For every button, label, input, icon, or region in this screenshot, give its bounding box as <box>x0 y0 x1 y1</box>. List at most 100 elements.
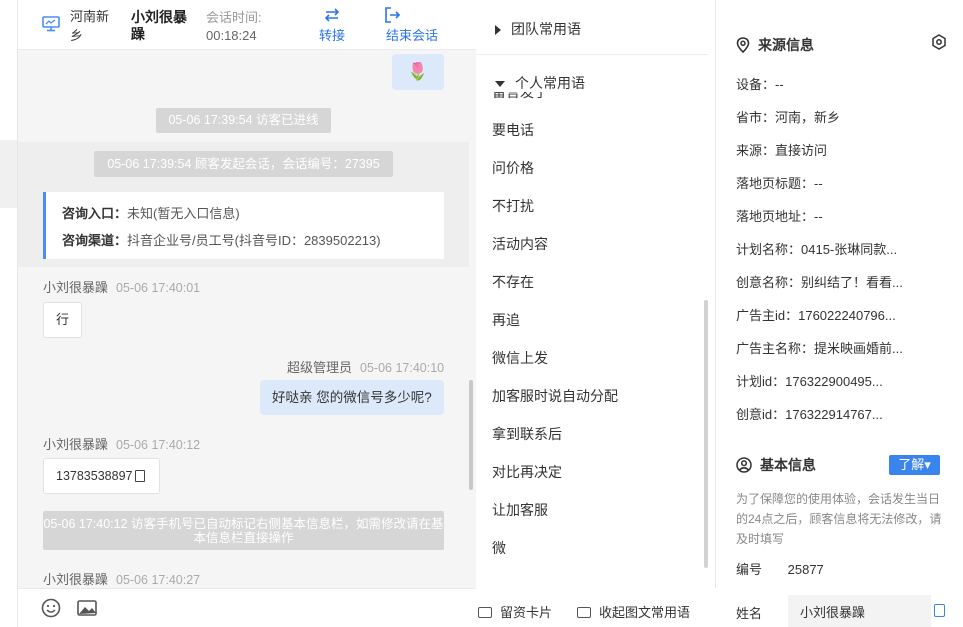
phrase-item[interactable]: 问价格 <box>492 158 534 178</box>
phrase-footer: 留资卡片 收起图文常用语 <box>476 588 716 627</box>
visitor-location: 河南新乡 <box>70 9 110 43</box>
learn-more-button[interactable]: 了解▾ <box>889 455 940 475</box>
phrase-item[interactable]: 拿到联系后 <box>492 424 562 444</box>
flower-emoji-bubble: 🌷 <box>392 54 444 90</box>
edit-notice: 为了保障您的使用体验，会话发生当日的24点之后，顾客信息将无法修改，请及时填写 <box>736 492 942 546</box>
sender-name: 小刘很暴躁 <box>43 280 109 295</box>
sender-name: 小刘很暴躁 <box>43 572 109 587</box>
image-icon[interactable] <box>76 598 98 618</box>
chat-header: 河南新乡 小刘很暴躁 会话时间: 00:18:24 转接 结束会话 <box>18 0 476 50</box>
phrase-item[interactable]: 活动内容 <box>492 234 548 254</box>
logout-icon <box>385 7 401 23</box>
message-time: 05-06 17:40:12 <box>116 438 201 452</box>
session-time: 00:18:24 <box>206 28 257 43</box>
message-sender: 小刘很暴躁 05-06 17:40:27 <box>43 569 200 588</box>
source-info-title: 来源信息 <box>736 35 814 55</box>
advertiser-id-row: 广告主id：176022240796... <box>736 308 896 323</box>
settings-icon[interactable] <box>931 34 947 50</box>
basic-info-title: 基本信息 <box>736 455 816 475</box>
divider <box>476 54 708 55</box>
monitor-icon <box>42 16 60 32</box>
message-time: 05-06 17:40:27 <box>116 573 201 587</box>
session-time-label: 会话时间: <box>206 10 262 25</box>
phrase-item[interactable]: 留言发了 <box>492 92 548 102</box>
personal-phrases-toggle[interactable]: 个人常用语 <box>495 73 585 93</box>
left-strip <box>0 0 18 627</box>
phone-message-bubble: 13783538897 <box>43 458 160 494</box>
team-phrases-toggle[interactable]: 团队常用语 <box>495 19 581 39</box>
entry-label: 咨询入口： <box>62 206 128 221</box>
phrase-item[interactable]: 不打扰 <box>492 196 534 216</box>
phrase-scrollbar[interactable] <box>704 300 708 568</box>
message-bubble: 行 <box>43 302 82 338</box>
caret-right-icon <box>495 25 501 36</box>
copy-icon[interactable] <box>135 470 145 482</box>
message-bubble: 好哒亲 您的微信号多少呢? <box>260 380 444 415</box>
message-sender: 小刘很暴躁 05-06 17:40:12 <box>43 434 200 453</box>
left-strip-selected[interactable] <box>0 140 17 208</box>
message-sender: 小刘很暴躁 05-06 17:40:01 <box>43 277 200 296</box>
visitor-info-panel: 来源信息 设备：-- 省市：河南，新乡 来源：直接访问 落地页标题：-- 落地页… <box>716 0 963 627</box>
transfer-label: 转接 <box>318 28 345 43</box>
message-time: 05-06 17:40:01 <box>116 281 201 295</box>
collapse-phrases-label: 收起图文常用语 <box>599 605 691 620</box>
chat-scrollbar[interactable] <box>469 380 473 490</box>
plan-id-row: 计划id：176322900495... <box>736 374 883 389</box>
card-icon <box>478 607 492 618</box>
id-value: 25877 <box>787 562 824 577</box>
phrase-item[interactable]: 不存在 <box>492 272 534 292</box>
consult-info-card: 咨询入口：未知(暂无入口信息) 咨询渠道：抖音企业号/员工号(抖音号ID：283… <box>43 192 444 259</box>
message-sender: 超级管理员 05-06 17:40:10 <box>287 357 444 376</box>
collapse-phrases-button[interactable]: 收起图文常用语 <box>577 602 690 621</box>
user-icon <box>736 457 752 473</box>
phrase-item[interactable]: 让加客服 <box>492 500 548 520</box>
name-field[interactable]: 小刘很暴躁 <box>788 595 931 627</box>
name-label: 姓名 <box>736 606 763 621</box>
phrase-item[interactable]: 加客服时说自动分配 <box>492 386 618 406</box>
phrase-item[interactable]: 要电话 <box>492 120 534 140</box>
source-info-label: 来源信息 <box>758 37 814 53</box>
id-label: 编号 <box>736 562 763 577</box>
card-icon <box>577 607 591 618</box>
plan-name-row: 计划名称：0415-张琳同款... <box>736 242 898 257</box>
auto-mark-notice: 05-06 17:40:12 访客手机号已自动标记右侧基本信息栏，如需修改请在基… <box>43 511 444 550</box>
transfer-button[interactable]: 转接 <box>316 5 348 44</box>
team-phrases-title: 团队常用语 <box>511 21 581 37</box>
chat-toolbar <box>18 588 476 627</box>
visitor-entered-notice: 05-06 17:39:54 访客已进线 <box>156 108 331 133</box>
landing-title-row: 落地页标题：-- <box>736 176 823 191</box>
swap-icon <box>324 8 340 22</box>
id-row: 编号 25877 <box>736 559 824 578</box>
emoji-icon[interactable] <box>40 598 62 618</box>
session-started-notice: 05-06 17:39:54 顾客发起会话，会话编号：27395 <box>94 151 393 177</box>
creative-name-row: 创意名称：别纠结了！看看... <box>736 275 903 290</box>
phrase-panel: 团队常用语 个人常用语 留言发了 要电话 问价格 不打扰 活动内容 不存在 再追… <box>476 0 716 627</box>
message-list[interactable]: 🌷 05-06 17:39:54 访客已进线 05-06 17:39:54 顾客… <box>18 50 476 588</box>
end-session-label: 结束会话 <box>385 28 438 43</box>
channel-label: 咨询渠道： <box>62 233 128 248</box>
sender-name: 超级管理员 <box>287 360 353 375</box>
personal-phrases-title: 个人常用语 <box>515 75 585 91</box>
phrase-item[interactable]: 微信上发 <box>492 348 548 368</box>
edit-icon[interactable] <box>934 604 945 617</box>
sender-name: 小刘很暴躁 <box>43 437 109 452</box>
location-pin-icon <box>736 37 750 53</box>
phrase-item[interactable]: 再追 <box>492 310 520 330</box>
channel-value: 抖音企业号/员工号(抖音号ID：2839502213) <box>127 233 381 248</box>
caret-down-icon <box>495 81 505 88</box>
source-row: 来源：直接访问 <box>736 143 828 158</box>
lead-card-label: 留资卡片 <box>500 605 553 620</box>
phrase-item[interactable]: 对比再决定 <box>492 462 562 482</box>
basic-info-label: 基本信息 <box>760 457 816 473</box>
lead-card-button[interactable]: 留资卡片 <box>478 602 552 621</box>
device-row: 设备：-- <box>736 77 784 92</box>
phone-number: 13783538897 <box>56 469 133 483</box>
phrase-list[interactable]: 留言发了 要电话 问价格 不打扰 活动内容 不存在 再追 微信上发 加客服时说自… <box>476 92 708 572</box>
end-session-button[interactable]: 结束会话 <box>382 5 442 44</box>
landing-url-row: 落地页地址：-- <box>736 209 823 224</box>
advertiser-name-row: 广告主名称：提米映画婚前... <box>736 341 903 356</box>
phrase-item[interactable]: 微 <box>492 538 506 558</box>
chat-panel: 河南新乡 小刘很暴躁 会话时间: 00:18:24 转接 结束会话 🌷 05-0… <box>18 0 476 627</box>
province-row: 省市：河南，新乡 <box>736 110 841 125</box>
visitor-name: 小刘很暴躁 <box>131 9 187 42</box>
